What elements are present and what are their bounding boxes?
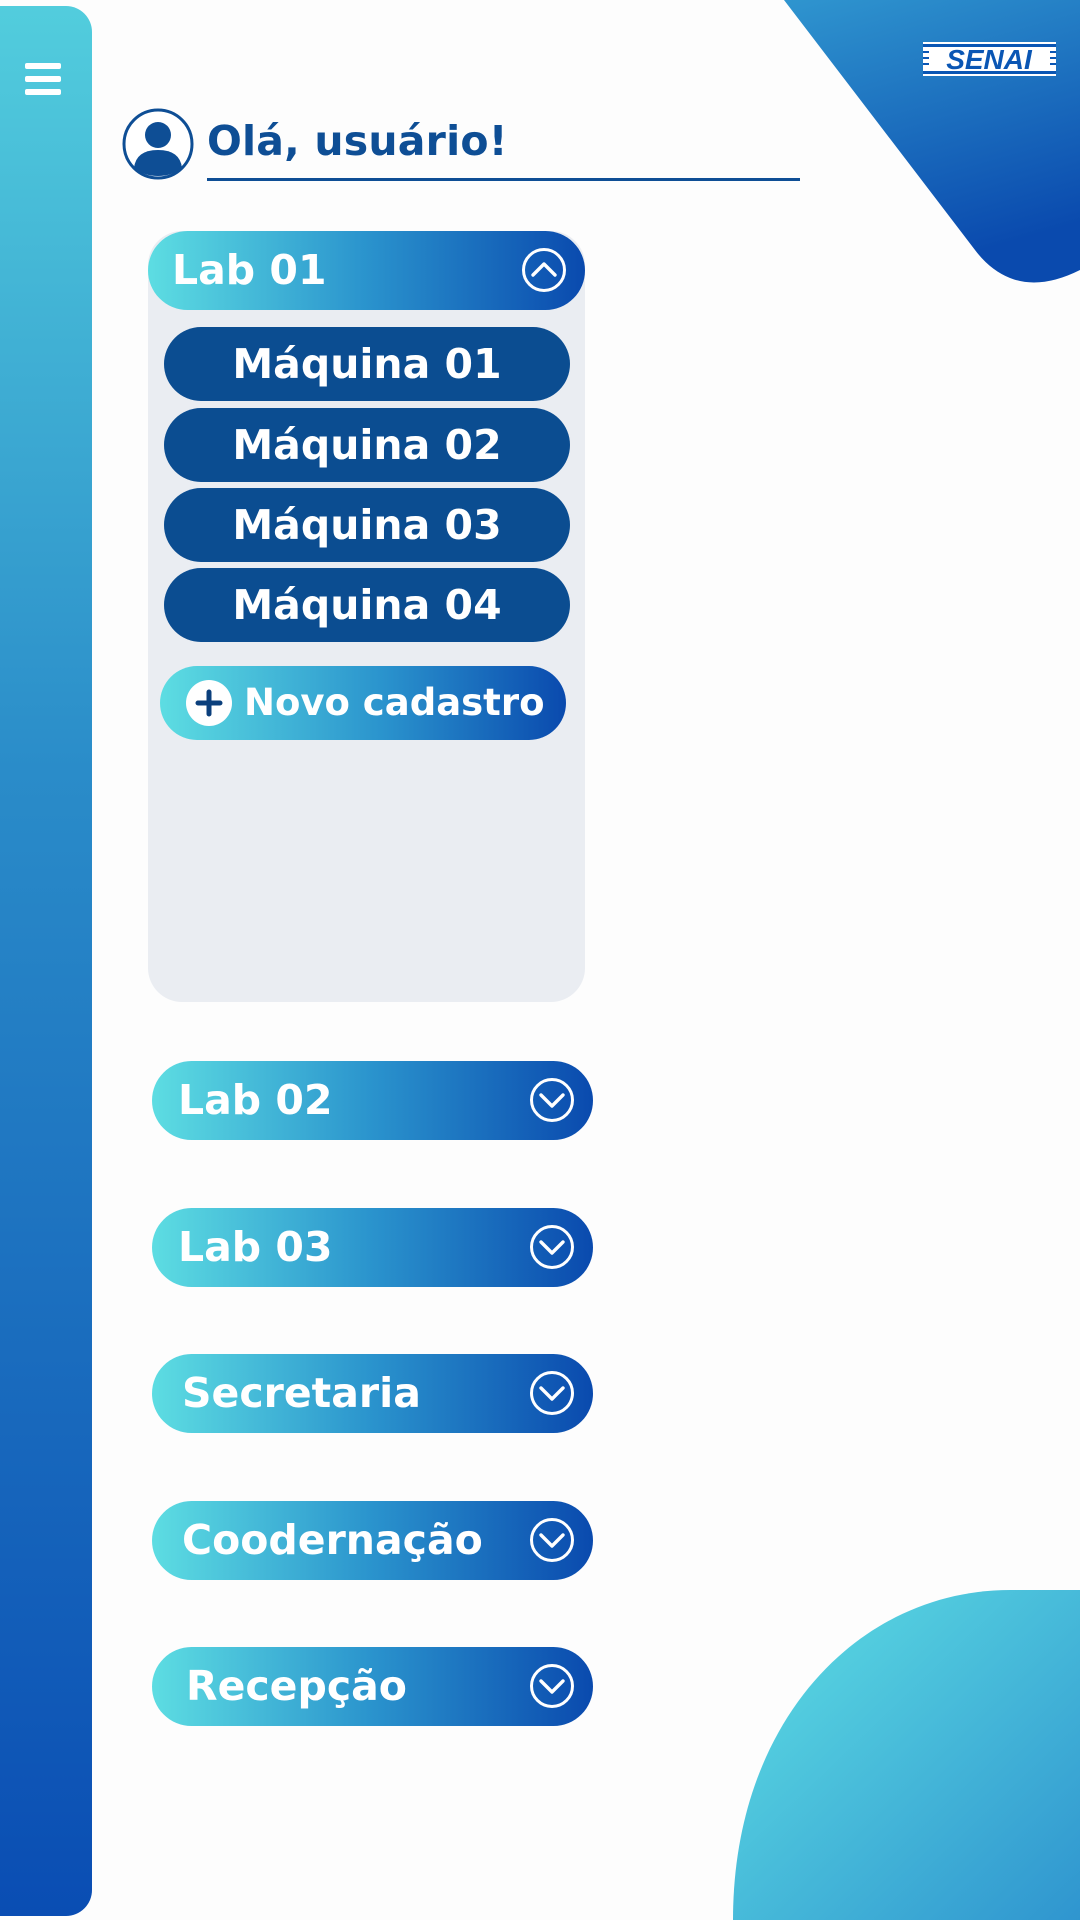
greeting-text: Olá, usuário!: [207, 117, 508, 165]
section-label: Lab 01: [172, 246, 327, 294]
new-registration-label: Novo cadastro: [244, 681, 545, 724]
machine-item[interactable]: Máquina 04: [164, 568, 570, 642]
section-header-lab-03[interactable]: Lab 03: [152, 1208, 593, 1287]
chevron-down-circle-icon[interactable]: [529, 1077, 575, 1123]
chevron-up-circle-icon[interactable]: [521, 247, 567, 293]
plus-circle-icon: [186, 680, 232, 726]
section-header-coordenacao[interactable]: Coodernação: [152, 1501, 593, 1580]
machine-item[interactable]: Máquina 03: [164, 488, 570, 562]
hamburger-menu-icon[interactable]: [25, 63, 61, 96]
machine-item[interactable]: Máquina 01: [164, 327, 570, 401]
senai-logo: SENAI: [923, 42, 1056, 76]
chevron-down-circle-icon[interactable]: [529, 1517, 575, 1563]
section-header-recepcao[interactable]: Recepção: [152, 1647, 593, 1726]
section-label: Coodernação: [182, 1516, 483, 1564]
section-label: Recepção: [186, 1662, 407, 1710]
new-registration-button[interactable]: Novo cadastro: [160, 666, 566, 740]
svg-text:SENAI: SENAI: [946, 44, 1033, 75]
section-label: Secretaria: [182, 1369, 421, 1417]
chevron-down-circle-icon[interactable]: [529, 1663, 575, 1709]
section-header-lab-01[interactable]: Lab 01: [148, 231, 585, 310]
section-label: Lab 03: [178, 1223, 333, 1271]
user-avatar-icon[interactable]: [122, 108, 194, 180]
section-label: Lab 02: [178, 1076, 333, 1124]
sidebar: [0, 6, 92, 1916]
machine-item[interactable]: Máquina 02: [164, 408, 570, 482]
section-header-secretaria[interactable]: Secretaria: [152, 1354, 593, 1433]
chevron-down-circle-icon[interactable]: [529, 1370, 575, 1416]
greeting-underline: [207, 178, 800, 181]
chevron-down-circle-icon[interactable]: [529, 1224, 575, 1270]
section-header-lab-02[interactable]: Lab 02: [152, 1061, 593, 1140]
